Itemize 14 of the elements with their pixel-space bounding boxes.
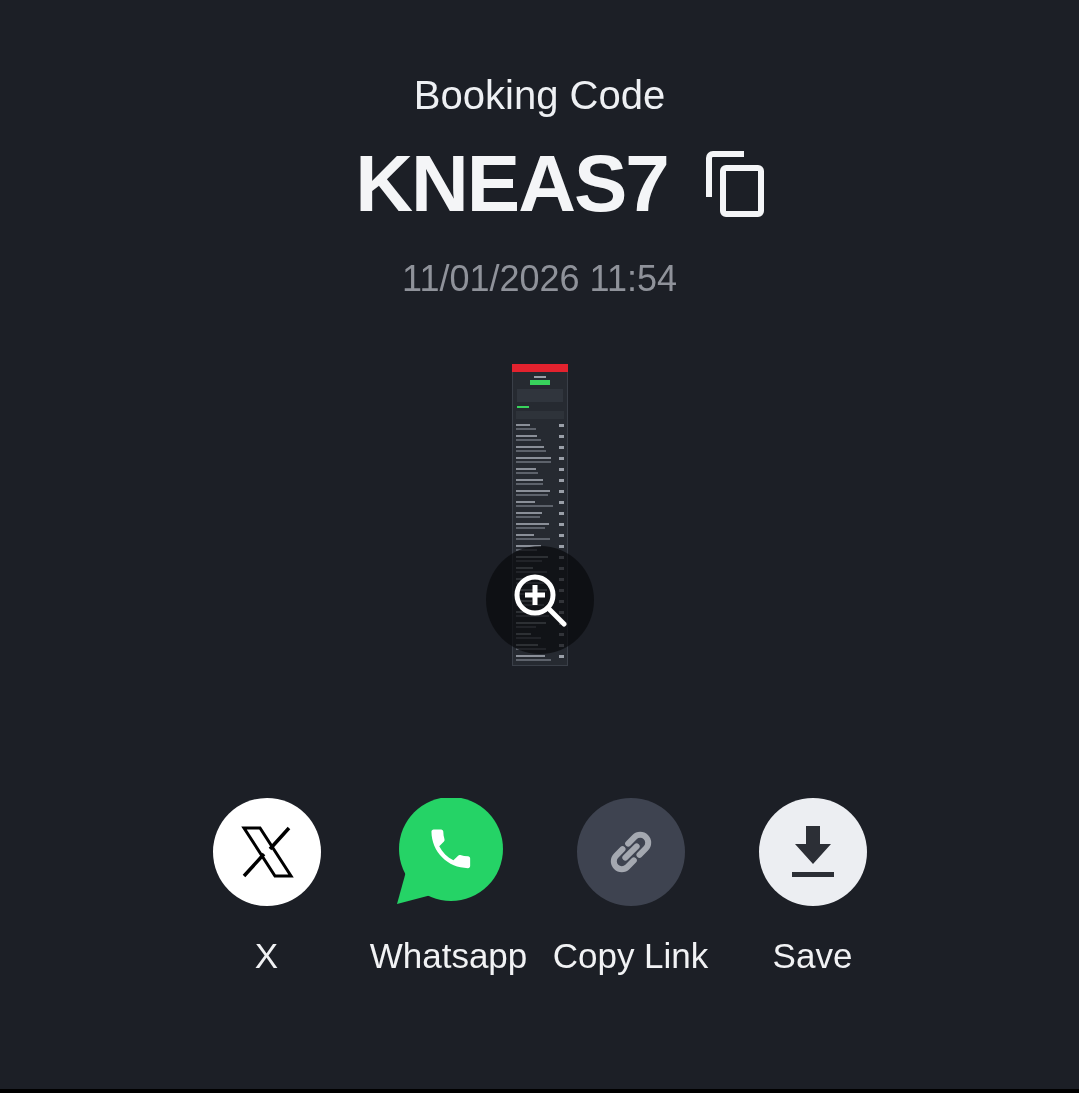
copy-button[interactable] — [705, 151, 764, 217]
booking-code-label: Booking Code — [413, 72, 666, 118]
x-share-button[interactable]: X — [175, 798, 358, 976]
download-icon — [758, 798, 867, 906]
save-button[interactable]: Save — [721, 798, 904, 976]
copy-icon — [705, 151, 764, 217]
booking-code: KNEAS7 — [355, 138, 668, 230]
whatsapp-share-button[interactable]: Whatsapp — [357, 798, 540, 976]
booking-timestamp: 11/01/2026 11:54 — [402, 258, 677, 300]
x-logo-icon — [212, 798, 321, 906]
link-icon — [576, 798, 685, 906]
zoom-in-icon — [512, 573, 567, 627]
copy-link-button[interactable]: Copy Link — [539, 798, 722, 976]
whatsapp-logo-icon — [394, 798, 503, 906]
